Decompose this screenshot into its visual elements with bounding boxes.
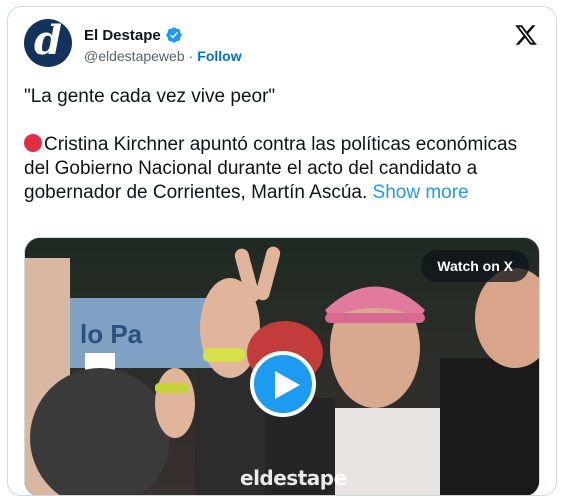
- svg-text:lo Pa: lo Pa: [80, 319, 143, 349]
- tweet-text: "La gente cada vez vive peor" Cristina K…: [24, 85, 534, 205]
- video-thumbnail[interactable]: lo Pa Watch on X eldestape: [24, 237, 540, 495]
- tweet-card[interactable]: d El Destape @eldestapeweb · Follow "La …: [7, 6, 557, 496]
- avatar[interactable]: d: [24, 19, 72, 67]
- play-button[interactable]: [250, 351, 316, 417]
- x-logo-icon[interactable]: [514, 23, 538, 47]
- avatar-logo-letter: d: [34, 19, 62, 64]
- tweet-body-paragraph: Cristina Kirchner apuntó contra las polí…: [24, 133, 534, 205]
- follow-button[interactable]: Follow: [197, 48, 241, 64]
- separator-dot: ·: [188, 48, 194, 64]
- verified-badge-icon: [166, 27, 182, 43]
- video-watermark: eldestape: [240, 466, 347, 490]
- display-name[interactable]: El Destape: [84, 27, 161, 44]
- play-icon: [275, 371, 300, 399]
- handle[interactable]: @eldestapeweb: [84, 48, 185, 64]
- watch-on-x-button[interactable]: Watch on X: [421, 250, 529, 282]
- tweet-header: d El Destape @eldestapeweb · Follow: [24, 19, 540, 69]
- tweet-quote-line: "La gente cada vez vive peor": [24, 86, 276, 107]
- handle-row: @eldestapeweb · Follow: [84, 48, 242, 64]
- red-circle-emoji: [24, 134, 42, 152]
- show-more-link[interactable]: Show more: [373, 182, 469, 203]
- name-row: El Destape: [84, 25, 183, 45]
